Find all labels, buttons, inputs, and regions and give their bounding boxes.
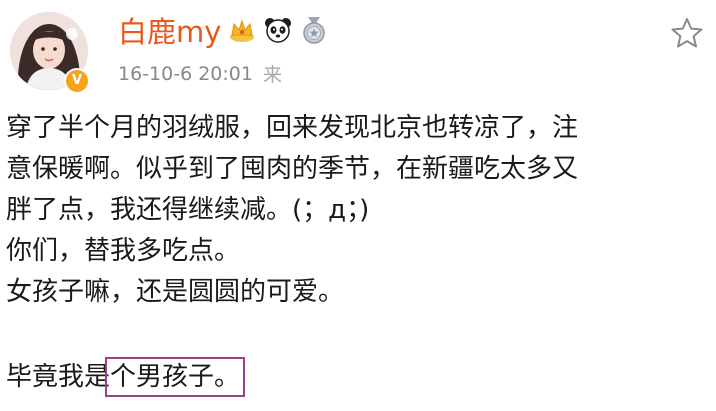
avatar-container[interactable]: V <box>6 10 92 96</box>
post-text-line: 穿了半个月的羽绒服，回来发现北京也转凉了，注 <box>6 113 579 143</box>
weibo-post: V 白鹿my 16-10-6 20:01 来 穿了半个月的羽绒服，回来发现北京也… <box>0 0 716 411</box>
favorite-star-icon[interactable] <box>670 16 704 50</box>
username[interactable]: 白鹿my <box>118 9 221 51</box>
highlighted-phrase: 个男孩子。 <box>105 357 246 397</box>
post-final-line: 毕竟我是个男孩子。 <box>6 357 706 398</box>
final-line-prefix: 毕竟我是 <box>6 362 111 392</box>
post-meta: 16-10-6 20:01 来 <box>118 60 282 87</box>
verified-badge: V <box>64 68 90 94</box>
post-text-line: 你们，替我多吃点。 <box>6 236 241 266</box>
post-source: 来 <box>262 64 282 86</box>
post-text-line: 女孩子嘛，还是圆圆的可爱。 <box>6 277 345 307</box>
post-text-line: 意保暖啊。似乎到了囤肉的季节，在新疆吃太多又 <box>6 154 579 184</box>
post-text-line: 胖了点，我还得继续减。(；д；) <box>6 195 370 225</box>
post-timestamp[interactable]: 16-10-6 20:01 <box>118 63 253 85</box>
crown-badge-icon[interactable] <box>227 15 257 45</box>
username-row: 白鹿my <box>118 8 329 52</box>
medal-badge-icon[interactable] <box>299 15 329 45</box>
post-content: 穿了半个月的羽绒服，回来发现北京也转凉了，注 意保暖啊。似乎到了囤肉的季节，在新… <box>6 108 706 398</box>
panda-badge-icon[interactable] <box>263 15 293 45</box>
